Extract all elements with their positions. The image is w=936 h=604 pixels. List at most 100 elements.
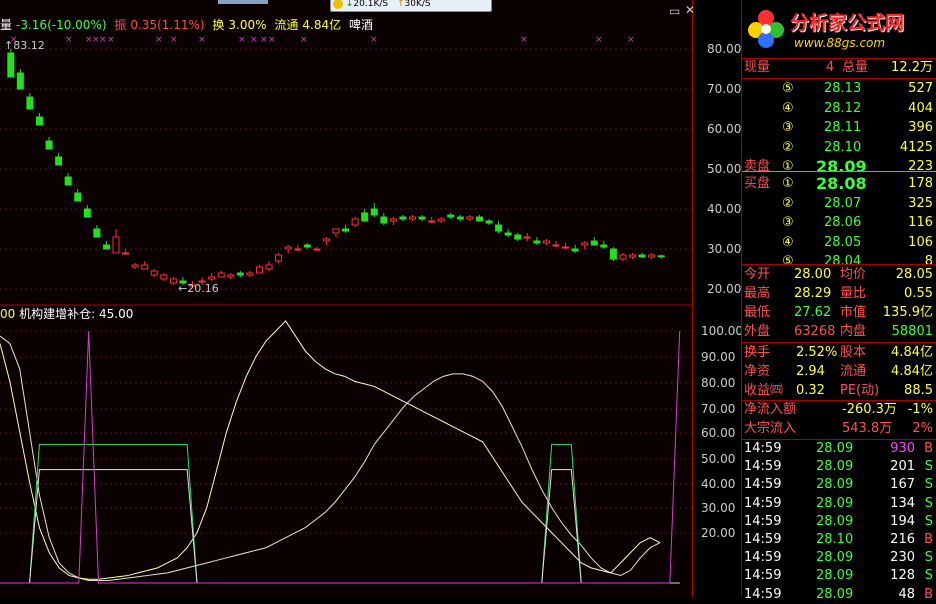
candle-body xyxy=(332,228,340,234)
signal-mark: × xyxy=(238,35,246,45)
candle-body xyxy=(141,264,149,270)
sub-axis-tick: 30.00 xyxy=(701,501,736,515)
candle-body xyxy=(409,216,417,220)
flower-logo-icon xyxy=(748,10,784,48)
logo-url: www.88gs.com xyxy=(794,36,886,50)
candle-body xyxy=(74,192,82,202)
stat-value: 2.94 xyxy=(796,364,825,379)
turnover-value: 3.00% xyxy=(228,18,267,32)
header-partial: 量 xyxy=(0,18,13,32)
tick-side: S xyxy=(924,568,933,584)
close-icon[interactable]: ✕ xyxy=(685,3,695,17)
download-speed: 20.1K/S xyxy=(353,0,389,9)
candle-body xyxy=(447,214,455,218)
signal-mark: × xyxy=(268,35,276,45)
indicator-name: 机构建增补仓: xyxy=(19,307,96,321)
ask-row: ② 28.10 4125 xyxy=(742,139,936,157)
network-speed-bar[interactable]: ↓20.1K/S ↑30K/S xyxy=(330,0,492,12)
bid-row: 买盘 ① 28.08 178 xyxy=(742,175,936,193)
sub-axis-tick: 40.00 xyxy=(701,477,736,491)
ask-size: 396 xyxy=(908,120,933,135)
tick-price: 28.09 xyxy=(816,550,854,566)
stat-value: 2.52% xyxy=(796,345,838,360)
signal-mark: × xyxy=(170,35,178,45)
vol-value: 4 xyxy=(826,60,835,75)
candle-body xyxy=(648,254,656,258)
main-axis-tick: 80.00 xyxy=(707,42,742,56)
tick-volume: 128 xyxy=(890,568,915,584)
netflow-value: -260.3万 xyxy=(842,402,897,417)
candle-body xyxy=(657,255,665,258)
upload-speed: 30K/S xyxy=(404,0,431,9)
candle-body xyxy=(131,264,139,268)
ask-label: 卖盘 xyxy=(744,159,771,174)
total-label: 总量 xyxy=(842,60,869,75)
bid-row: ④ 28.05 106 xyxy=(742,234,936,252)
candle-body xyxy=(504,232,512,236)
panel-divider xyxy=(742,264,936,265)
signal-mark: × xyxy=(300,35,308,45)
signal-mark: × xyxy=(260,35,268,45)
signal-mark: × xyxy=(198,35,206,45)
titlebar-tab[interactable] xyxy=(218,0,268,4)
turnover-label: 换 xyxy=(212,18,225,32)
indicator-label: 00 机构建增补仓: 45.00 xyxy=(0,305,133,322)
bid-level: ① xyxy=(782,176,794,191)
bid-level: ② xyxy=(782,195,794,211)
tick-side: S xyxy=(924,495,933,511)
tick-volume: 48 xyxy=(898,586,915,602)
candle-body xyxy=(303,244,311,248)
candle-body xyxy=(208,276,216,280)
candle-body xyxy=(590,240,598,246)
ask-price: 28.10 xyxy=(824,139,862,155)
stat-row: 净资 2.94 流通 4.84亿 xyxy=(742,363,936,381)
amplitude-value: 0.35(1.11%) xyxy=(130,18,205,32)
ask-level: ② xyxy=(782,139,794,155)
tick-row: 14:59 28.10 216 B xyxy=(742,531,936,549)
stat-label: 均价 xyxy=(840,267,867,282)
main-axis-tick: 50.00 xyxy=(707,162,742,176)
candle-body xyxy=(361,212,369,222)
tick-price: 28.09 xyxy=(816,495,854,511)
candle-body xyxy=(236,272,244,276)
bid-size: 178 xyxy=(908,176,933,191)
stat-value: 28.29 xyxy=(794,286,832,301)
stat-row: 最低 27.62 市值 135.9亿 xyxy=(742,304,936,322)
bid-price: 28.06 xyxy=(824,215,862,230)
candlestick-chart[interactable]: × × × × × × × × × × × × × × × × × × xyxy=(0,0,692,597)
indicator-signal-white xyxy=(0,469,680,584)
bid-size: 325 xyxy=(908,195,933,211)
stat-label: 股本 xyxy=(840,345,867,360)
candle-body xyxy=(466,216,474,220)
panel-divider xyxy=(742,342,936,343)
candle-body xyxy=(217,272,225,278)
chart-area[interactable]: × × × × × × × × × × × × × × × × × × xyxy=(0,0,692,597)
candle-body xyxy=(45,140,53,150)
tick-price: 28.09 xyxy=(816,568,854,584)
tick-time: 14:59 xyxy=(744,586,782,602)
tick-row: 14:59 28.09 201 S xyxy=(742,458,936,476)
tick-price: 28.09 xyxy=(816,513,854,529)
tick-volume: 134 xyxy=(890,495,915,511)
main-axis-tick: 70.00 xyxy=(707,82,742,96)
candle-body xyxy=(35,116,43,126)
ask-size: 404 xyxy=(908,100,933,116)
candle-body xyxy=(600,244,608,248)
tick-row: 14:59 28.09 230 S xyxy=(742,549,936,567)
candle-body xyxy=(313,248,321,251)
logo: 分析家公式网 www.88gs.com xyxy=(742,0,936,58)
tick-time: 14:59 xyxy=(744,513,782,529)
stat-value: 28.05 xyxy=(895,267,933,282)
restore-icon[interactable]: ▭ xyxy=(669,4,680,18)
candle-body xyxy=(418,216,426,220)
tick-volume: 201 xyxy=(890,459,915,475)
tick-time: 14:59 xyxy=(744,532,782,547)
ask-price: 28.13 xyxy=(824,81,862,96)
candle-body xyxy=(609,248,617,260)
candle-body xyxy=(64,176,72,186)
bid-level: ③ xyxy=(782,215,794,230)
tick-time: 14:59 xyxy=(744,477,782,493)
candle-body xyxy=(638,254,646,258)
candle-body xyxy=(571,248,579,252)
low-price-marker: ←20.16 xyxy=(178,282,219,295)
